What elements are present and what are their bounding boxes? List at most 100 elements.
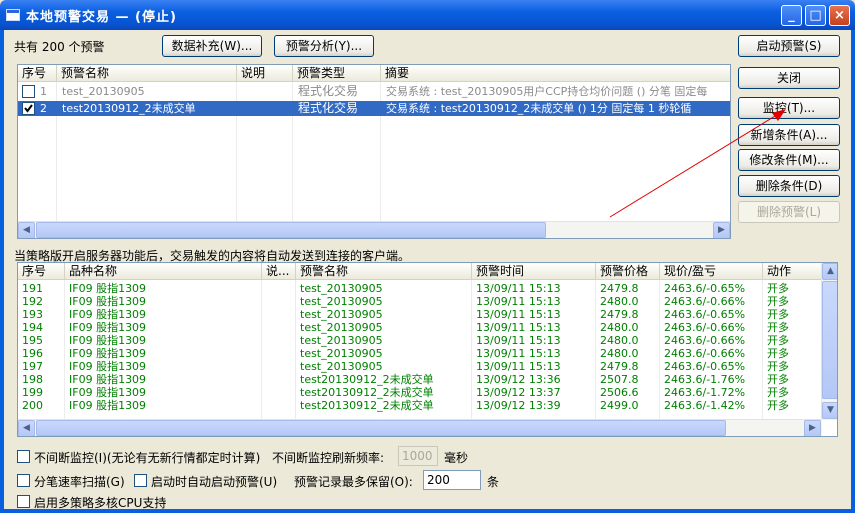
alert-row[interactable]: 198 IF09 股指1309 test20130912_2未成交单 13/09/12… <box>18 373 820 386</box>
col-warning-name[interactable]: 预警名称 <box>296 263 472 280</box>
title-bar: 本地预警交易 — (停止) _ □ × <box>0 0 855 30</box>
scroll-up-icon[interactable]: ▲ <box>822 263 837 280</box>
col-no[interactable]: 序号 <box>18 263 65 280</box>
row-type: 程式化交易 <box>298 85 359 98</box>
row-desc <box>262 373 296 386</box>
grid-line <box>471 280 472 420</box>
row-time: 13/09/11 15:13 <box>476 347 561 360</box>
row-product: IF09 股指1309 <box>69 282 147 295</box>
continuous-monitor-checkbox[interactable] <box>17 450 30 463</box>
alert-log-list: 序号 品种名称 说... 预警名称 预警时间 预警价格 现价/盈亏 动作 191… <box>17 262 838 437</box>
row-name: test20130912_2未成交单 <box>62 102 196 115</box>
record-limit-input[interactable]: 200 <box>423 470 481 490</box>
row-product: IF09 股指1309 <box>69 295 147 308</box>
row-current-pl: 2463.6/-0.65% <box>664 308 746 321</box>
row-time: 13/09/11 15:13 <box>476 282 561 295</box>
row-time: 13/09/11 15:13 <box>476 321 561 334</box>
auto-start-checkbox[interactable] <box>134 474 147 487</box>
multicore-label: 启用多策略多核CPU支持 <box>34 496 167 510</box>
row-price: 2479.8 <box>600 360 639 373</box>
col-product[interactable]: 品种名称 <box>65 263 262 280</box>
row-no: 197 <box>22 360 43 373</box>
alert-log-hscrollbar[interactable]: ◀ ▶ <box>18 419 822 436</box>
grid-line <box>261 280 262 420</box>
row-warning-name: test_20130905 <box>300 321 383 334</box>
row-no: 192 <box>22 295 43 308</box>
data-fill-button[interactable]: 数据补充(W)... <box>162 35 262 57</box>
row-no: 196 <box>22 347 43 360</box>
row-price: 2506.6 <box>600 386 639 399</box>
row-desc <box>238 102 292 115</box>
row-no: 193 <box>22 308 43 321</box>
col-current-pl[interactable]: 现价/盈亏 <box>660 263 763 280</box>
scroll-down-icon[interactable]: ▼ <box>822 402 837 419</box>
row-warning-name: test_20130905 <box>300 308 383 321</box>
row-time: 13/09/12 13:39 <box>476 399 561 412</box>
row-action: 开多 <box>767 373 789 386</box>
row-action: 开多 <box>767 347 789 360</box>
alert-row[interactable]: 200 IF09 股指1309 test20130912_2未成交单 13/09/12… <box>18 399 820 412</box>
row-warning-name: test_20130905 <box>300 334 383 347</box>
row-product: IF09 股指1309 <box>69 386 147 399</box>
scroll-thumb[interactable] <box>36 222 546 238</box>
col-no[interactable]: 序号 <box>18 65 57 82</box>
alert-row[interactable]: 195 IF09 股指1309 test_20130905 13/09/11 15:1… <box>18 334 820 347</box>
col-desc[interactable]: 说明 <box>237 65 293 82</box>
scroll-thumb[interactable] <box>822 281 837 399</box>
scroll-left-icon[interactable]: ◀ <box>18 420 35 436</box>
row-product: IF09 股指1309 <box>69 373 147 386</box>
col-summary[interactable]: 摘要 <box>381 65 730 82</box>
continuous-monitor-label: 不间断监控(I)(无论有无新行情都定时计算) <box>34 451 261 465</box>
alert-row[interactable]: 192 IF09 股指1309 test_20130905 13/09/11 15:1… <box>18 295 820 308</box>
maximize-button[interactable]: □ <box>805 5 826 26</box>
col-price[interactable]: 预警价格 <box>596 263 660 280</box>
start-warning-button[interactable]: 启动预警(S) <box>738 35 840 57</box>
scroll-left-icon[interactable]: ◀ <box>18 222 35 238</box>
alert-row[interactable]: 199 IF09 股指1309 test20130912_2未成交单 13/09/12… <box>18 386 820 399</box>
row-desc <box>262 334 296 347</box>
alert-row[interactable]: 194 IF09 股指1309 test_20130905 13/09/11 15:1… <box>18 321 820 334</box>
col-name[interactable]: 预警名称 <box>57 65 237 82</box>
row-desc <box>262 386 296 399</box>
grid-line <box>762 280 763 420</box>
row-current-pl: 2463.6/-1.76% <box>664 373 746 386</box>
tick-scan-checkbox[interactable] <box>17 474 30 487</box>
row-desc <box>262 347 296 360</box>
row-warning-name: test20130912_2未成交单 <box>300 373 434 386</box>
alert-log-vscrollbar[interactable]: ▲ ▼ <box>821 263 837 420</box>
row-desc <box>262 308 296 321</box>
col-desc[interactable]: 说... <box>262 263 296 280</box>
alert-row[interactable]: 193 IF09 股指1309 test_20130905 13/09/11 15:1… <box>18 308 820 321</box>
close-button[interactable]: 关闭 <box>738 67 840 89</box>
row-no: 199 <box>22 386 43 399</box>
row-desc <box>262 295 296 308</box>
alert-row[interactable]: 197 IF09 股指1309 test_20130905 13/09/11 15:1… <box>18 360 820 373</box>
row-current-pl: 2463.6/-1.72% <box>664 386 746 399</box>
row-checkbox-checked[interactable] <box>22 102 35 115</box>
refresh-rate-unit: 毫秒 <box>444 451 469 465</box>
minimize-button[interactable]: _ <box>781 5 802 26</box>
multicore-checkbox[interactable] <box>17 495 30 508</box>
row-current-pl: 2463.6/-0.65% <box>664 282 746 295</box>
close-window-button[interactable]: × <box>829 5 850 26</box>
row-warning-name: test_20130905 <box>300 295 383 308</box>
row-desc <box>238 85 292 98</box>
row-price: 2480.0 <box>600 295 639 308</box>
grid-line <box>295 280 296 420</box>
row-price: 2479.8 <box>600 282 639 295</box>
alert-row[interactable]: 191 IF09 股指1309 test_20130905 13/09/11 15:1… <box>18 282 820 295</box>
scroll-thumb[interactable] <box>36 420 726 436</box>
check-icon <box>24 104 33 113</box>
warning-list-header: 序号 预警名称 说明 预警类型 摘要 <box>18 65 730 82</box>
refresh-rate-input[interactable]: 1000 <box>398 446 438 466</box>
analysis-button[interactable]: 预警分析(Y)... <box>274 35 374 57</box>
scroll-right-icon[interactable]: ▶ <box>804 420 821 436</box>
alert-row[interactable]: 196 IF09 股指1309 test_20130905 13/09/11 15:1… <box>18 347 820 360</box>
col-time[interactable]: 预警时间 <box>472 263 596 280</box>
row-checkbox[interactable] <box>22 85 35 98</box>
row-time: 13/09/11 15:13 <box>476 295 561 308</box>
col-action[interactable]: 动作 <box>763 263 822 280</box>
col-type[interactable]: 预警类型 <box>293 65 381 82</box>
row-time: 13/09/12 13:37 <box>476 386 561 399</box>
row-price: 2507.8 <box>600 373 639 386</box>
